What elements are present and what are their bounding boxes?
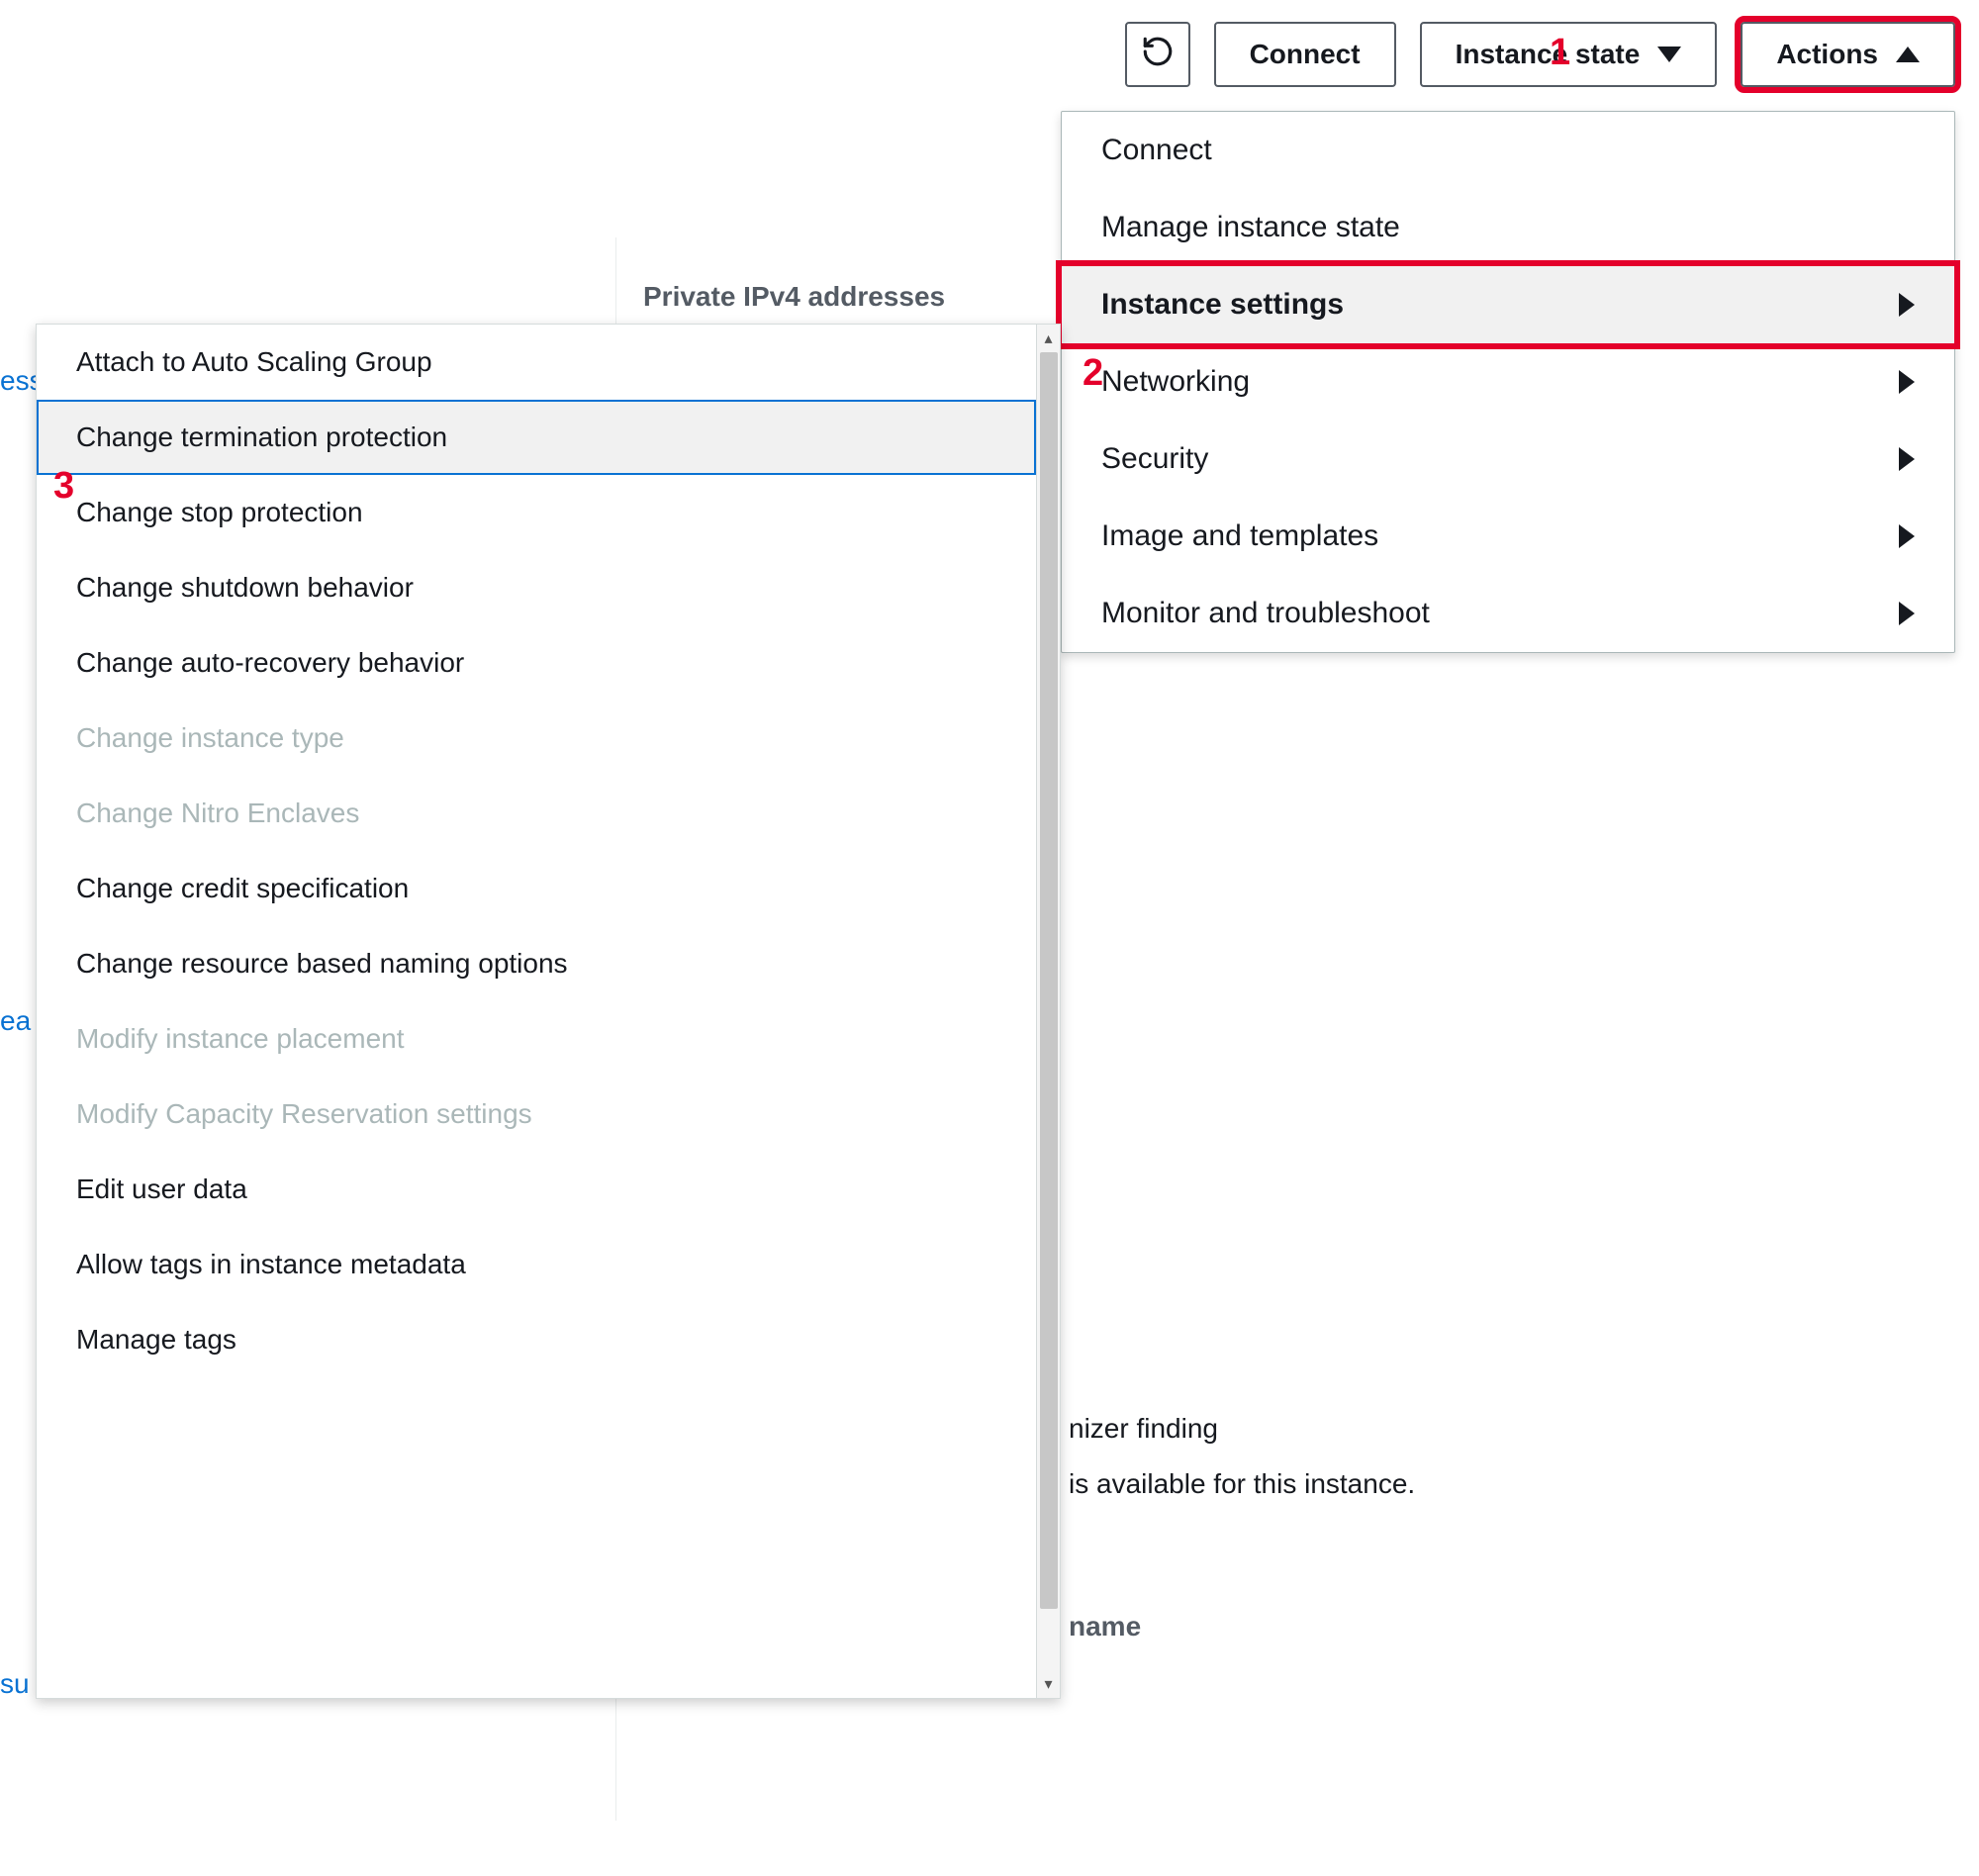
caret-right-icon <box>1899 524 1915 548</box>
submenu-item-label: Edit user data <box>76 1173 247 1204</box>
submenu-item-change-stop-protection[interactable]: Change stop protection <box>37 475 1036 550</box>
left-edge-fragment-2: ea <box>0 1005 31 1037</box>
submenu-item-change-rbn[interactable]: Change resource based naming options <box>37 926 1036 1001</box>
instance-state-label: Instance state <box>1456 39 1641 70</box>
private-ipv4-label: Private IPv4 addresses <box>643 281 945 313</box>
submenu-item-change-termination-protection[interactable]: Change termination protection <box>37 400 1036 475</box>
caret-right-icon <box>1899 293 1915 317</box>
caret-up-icon <box>1896 47 1920 62</box>
actions-menu: Connect Manage instance state Instance s… <box>1061 111 1955 653</box>
annotation-2: 2 <box>1083 352 1103 395</box>
left-edge-fragment-3: su <box>0 1668 30 1700</box>
bg-finding-1: nizer finding <box>1069 1413 1218 1445</box>
submenu-item-modify-capacity-reservation: Modify Capacity Reservation settings <box>37 1077 1036 1152</box>
submenu-item-label: Modify instance placement <box>76 1023 405 1054</box>
actions-label: Actions <box>1776 39 1878 70</box>
refresh-button[interactable] <box>1125 22 1190 87</box>
bg-finding-2: is available for this instance. <box>1069 1468 1415 1500</box>
scroll-down-icon: ▾ <box>1044 1674 1052 1694</box>
submenu-item-attach-asg[interactable]: Attach to Auto Scaling Group <box>37 325 1036 400</box>
submenu-item-edit-user-data[interactable]: Edit user data <box>37 1152 1036 1227</box>
menu-item-label: Manage instance state <box>1101 211 1400 244</box>
submenu-item-label: Modify Capacity Reservation settings <box>76 1098 532 1129</box>
instance-settings-submenu: Attach to Auto Scaling Group Change term… <box>36 324 1061 1699</box>
submenu-item-label: Change instance type <box>76 722 344 753</box>
submenu-item-change-instance-type: Change instance type <box>37 701 1036 776</box>
submenu-scrollbar[interactable]: ▴ ▾ <box>1036 325 1060 1698</box>
menu-item-label: Connect <box>1101 134 1212 167</box>
submenu-item-label: Change termination protection <box>76 422 447 452</box>
submenu-item-label: Change credit specification <box>76 873 409 903</box>
submenu-item-label: Change stop protection <box>76 497 363 527</box>
submenu-item-label: Change Nitro Enclaves <box>76 797 359 828</box>
scrollbar-thumb[interactable] <box>1040 352 1058 1609</box>
menu-item-label: Image and templates <box>1101 519 1378 553</box>
annotation-1: 1 <box>1550 32 1570 74</box>
submenu-item-modify-instance-placement: Modify instance placement <box>37 1001 1036 1077</box>
menu-item-label: Monitor and troubleshoot <box>1101 597 1430 630</box>
caret-down-icon <box>1657 47 1681 62</box>
submenu-item-change-shutdown-behavior[interactable]: Change shutdown behavior <box>37 550 1036 625</box>
submenu-item-label: Change resource based naming options <box>76 948 568 979</box>
menu-item-label: Networking <box>1101 365 1250 399</box>
submenu-item-label: Allow tags in instance metadata <box>76 1249 466 1279</box>
caret-right-icon <box>1899 447 1915 471</box>
refresh-icon <box>1141 35 1175 75</box>
submenu-item-change-credit-specification[interactable]: Change credit specification <box>37 851 1036 926</box>
connect-button[interactable]: Connect <box>1214 22 1396 87</box>
submenu-item-allow-tags-metadata[interactable]: Allow tags in instance metadata <box>37 1227 1036 1302</box>
menu-item-image-templates[interactable]: Image and templates <box>1062 498 1954 575</box>
submenu-item-label: Change shutdown behavior <box>76 572 414 603</box>
menu-item-networking[interactable]: Networking <box>1062 343 1954 421</box>
submenu-item-label: Attach to Auto Scaling Group <box>76 346 432 377</box>
menu-item-label: Security <box>1101 442 1208 476</box>
scroll-up-icon: ▴ <box>1044 328 1052 348</box>
submenu-item-change-nitro-enclaves: Change Nitro Enclaves <box>37 776 1036 851</box>
menu-item-connect[interactable]: Connect <box>1062 112 1954 189</box>
menu-item-manage-instance-state[interactable]: Manage instance state <box>1062 189 1954 266</box>
actions-button[interactable]: Actions <box>1741 22 1955 87</box>
toolbar: Connect Instance state Actions <box>1125 22 1955 87</box>
submenu-list: Attach to Auto Scaling Group Change term… <box>37 325 1036 1698</box>
annotation-3: 3 <box>53 465 74 508</box>
menu-item-instance-settings[interactable]: Instance settings <box>1062 266 1954 343</box>
connect-button-label: Connect <box>1250 39 1361 70</box>
caret-right-icon <box>1899 602 1915 625</box>
caret-right-icon <box>1899 370 1915 394</box>
submenu-item-manage-tags[interactable]: Manage tags <box>37 1302 1036 1377</box>
menu-item-monitor-troubleshoot[interactable]: Monitor and troubleshoot <box>1062 575 1954 652</box>
submenu-item-label: Change auto-recovery behavior <box>76 647 464 678</box>
menu-item-security[interactable]: Security <box>1062 421 1954 498</box>
submenu-item-label: Manage tags <box>76 1324 236 1355</box>
bg-name-label: name <box>1069 1611 1141 1642</box>
menu-item-label: Instance settings <box>1101 288 1344 322</box>
submenu-item-change-auto-recovery[interactable]: Change auto-recovery behavior <box>37 625 1036 701</box>
